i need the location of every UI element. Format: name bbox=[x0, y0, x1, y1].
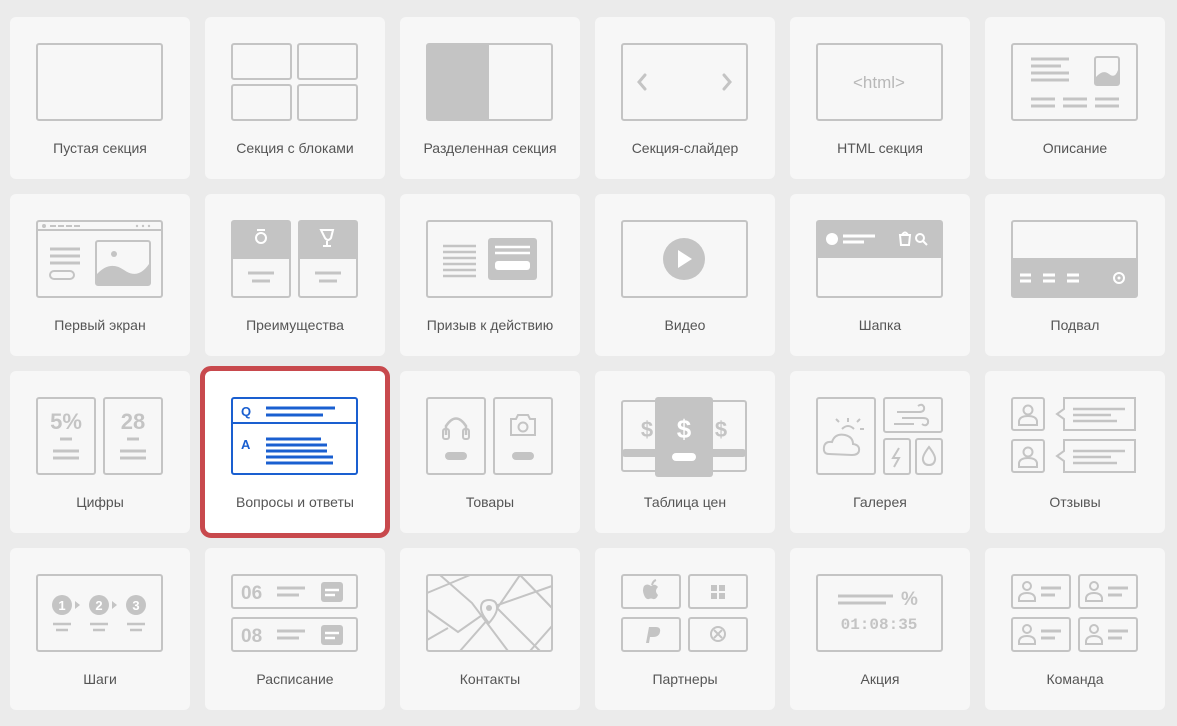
gallery-icon bbox=[816, 397, 943, 475]
section-label: Секция-слайдер bbox=[631, 140, 739, 156]
section-label: Цифры bbox=[76, 494, 124, 510]
section-card-first-screen[interactable]: Первый экран bbox=[10, 194, 190, 356]
section-card-split[interactable]: Разделенная секция bbox=[400, 17, 580, 179]
price-table-icon: $ $ $ bbox=[621, 397, 747, 477]
section-label: Контакты bbox=[459, 671, 521, 687]
section-card-partners[interactable]: Партнеры bbox=[595, 548, 775, 710]
section-card-gallery[interactable]: Галерея bbox=[790, 371, 970, 533]
svg-text:01:08:35: 01:08:35 bbox=[841, 616, 918, 634]
section-label: Вопросы и ответы bbox=[236, 494, 354, 510]
svg-text:<html>: <html> bbox=[853, 73, 905, 92]
svg-text:08: 08 bbox=[241, 626, 262, 647]
section-label: HTML секция bbox=[837, 140, 923, 156]
section-card-html[interactable]: <html> HTML секция bbox=[790, 17, 970, 179]
svg-text:1: 1 bbox=[58, 598, 65, 613]
section-label: Описание bbox=[1042, 140, 1108, 156]
section-grid: Пустая секция Секция с блоками Разделенн… bbox=[0, 0, 1177, 726]
section-label: Разделенная секция bbox=[423, 140, 557, 156]
products-icon bbox=[426, 397, 553, 475]
section-label: Пустая секция bbox=[53, 140, 147, 156]
contacts-icon bbox=[426, 574, 553, 652]
section-label: Шаги bbox=[83, 671, 117, 687]
reviews-icon bbox=[1011, 397, 1136, 473]
team-icon bbox=[1011, 574, 1138, 652]
section-label: Преимущества bbox=[246, 317, 344, 333]
numbers-icon: 5% 28 bbox=[36, 397, 163, 475]
svg-text:06: 06 bbox=[241, 583, 262, 604]
advantages-icon bbox=[231, 220, 358, 298]
schedule-icon: 06 08 bbox=[231, 574, 358, 652]
first-screen-icon bbox=[36, 220, 163, 298]
section-label: Расписание bbox=[256, 671, 334, 687]
svg-text:2: 2 bbox=[95, 598, 102, 613]
section-card-footer[interactable]: Подвал bbox=[985, 194, 1165, 356]
slider-section-icon bbox=[621, 43, 748, 121]
section-card-promo[interactable]: % 01:08:35 Акция bbox=[790, 548, 970, 710]
section-label: Галерея bbox=[853, 494, 907, 510]
svg-text:$: $ bbox=[677, 414, 692, 444]
section-label: Партнеры bbox=[652, 671, 718, 687]
section-card-slider[interactable]: Секция-слайдер bbox=[595, 17, 775, 179]
section-card-cta[interactable]: Призыв к действию bbox=[400, 194, 580, 356]
header-icon bbox=[816, 220, 943, 298]
svg-text:$: $ bbox=[715, 417, 727, 442]
section-card-reviews[interactable]: Отзывы bbox=[985, 371, 1165, 533]
steps-icon: 1 2 3 bbox=[36, 574, 163, 652]
empty-section-icon bbox=[36, 43, 163, 121]
promo-icon: % 01:08:35 bbox=[816, 574, 943, 652]
section-label: Подвал bbox=[1050, 317, 1100, 333]
section-card-team[interactable]: Команда bbox=[985, 548, 1165, 710]
section-card-description[interactable]: Описание bbox=[985, 17, 1165, 179]
section-card-schedule[interactable]: 06 08 Расписание bbox=[205, 548, 385, 710]
partners-icon bbox=[621, 574, 748, 652]
section-card-price-table[interactable]: $ $ $ Таблица цен bbox=[595, 371, 775, 533]
svg-text:%: % bbox=[901, 589, 918, 610]
section-label: Первый экран bbox=[54, 317, 146, 333]
video-icon bbox=[621, 220, 748, 298]
section-card-advantages[interactable]: Преимущества bbox=[205, 194, 385, 356]
svg-text:3: 3 bbox=[132, 598, 139, 613]
section-card-blocks[interactable]: Секция с блоками bbox=[205, 17, 385, 179]
blocks-section-icon bbox=[231, 43, 358, 121]
section-card-empty[interactable]: Пустая секция bbox=[10, 17, 190, 179]
section-card-video[interactable]: Видео bbox=[595, 194, 775, 356]
section-card-steps[interactable]: 1 2 3 Шаги bbox=[10, 548, 190, 710]
section-label: Отзывы bbox=[1049, 494, 1101, 510]
svg-text:A: A bbox=[241, 437, 251, 452]
section-label: Призыв к действию bbox=[426, 317, 554, 333]
split-section-icon bbox=[426, 43, 553, 121]
faq-icon: Q A bbox=[231, 397, 358, 475]
section-card-products[interactable]: Товары bbox=[400, 371, 580, 533]
section-card-contacts[interactable]: Контакты bbox=[400, 548, 580, 710]
section-label: Команда bbox=[1046, 671, 1104, 687]
description-icon bbox=[1011, 43, 1138, 121]
call-to-action-icon bbox=[426, 220, 553, 298]
section-label: Таблица цен bbox=[643, 494, 727, 510]
section-card-header[interactable]: Шапка bbox=[790, 194, 970, 356]
section-label: Секция с блоками bbox=[236, 140, 354, 156]
section-label: Шапка bbox=[858, 317, 902, 333]
section-label: Видео bbox=[664, 317, 706, 333]
svg-text:Q: Q bbox=[241, 404, 251, 419]
section-label: Товары bbox=[465, 494, 515, 510]
footer-icon bbox=[1011, 220, 1138, 298]
section-card-numbers[interactable]: 5% 28 Цифры bbox=[10, 371, 190, 533]
svg-text:$: $ bbox=[641, 417, 653, 442]
section-card-faq[interactable]: Q A Вопросы и ответы bbox=[200, 366, 390, 538]
section-label: Акция bbox=[860, 671, 900, 687]
svg-text:28: 28 bbox=[121, 409, 145, 434]
svg-text:5%: 5% bbox=[50, 409, 82, 434]
html-section-icon: <html> bbox=[816, 43, 943, 121]
